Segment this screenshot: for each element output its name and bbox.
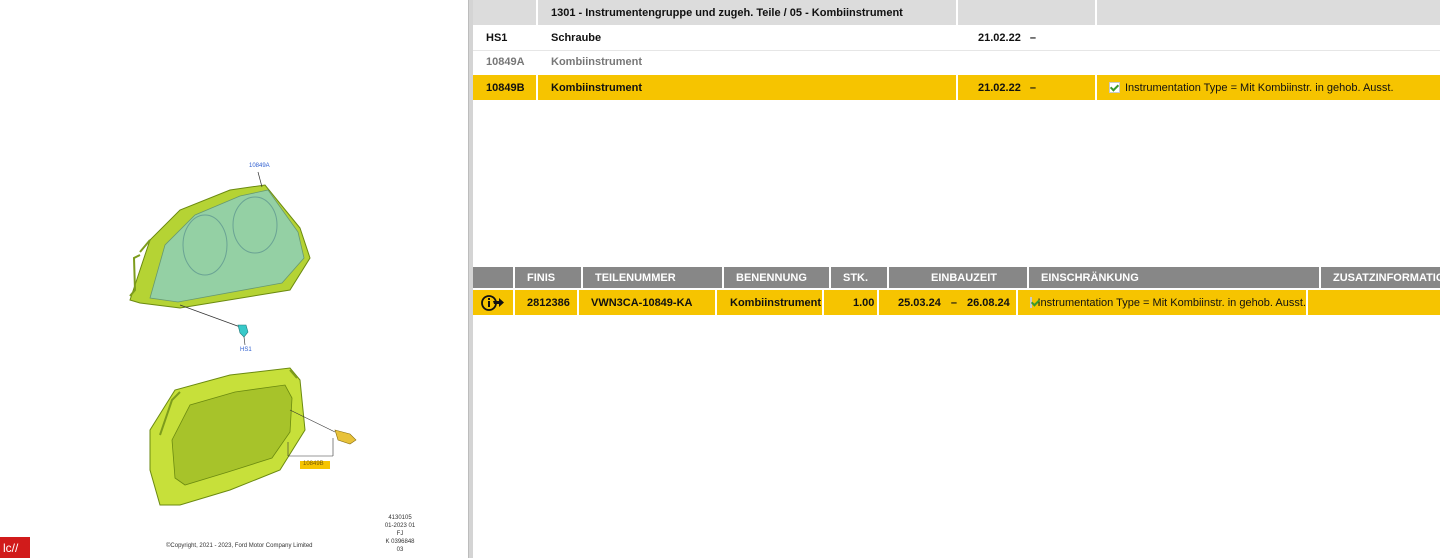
callout-10849A[interactable]: 10849A bbox=[249, 163, 270, 169]
cell-zusatzinformation bbox=[1308, 290, 1440, 315]
col-stk[interactable]: STK. bbox=[831, 267, 889, 288]
parts-row[interactable]: 2812386 VWN3CA-10849-KA Kombiinstrument … bbox=[473, 290, 1440, 315]
cell-qty: 1.00 bbox=[824, 290, 879, 315]
row-date-dash: – bbox=[1029, 31, 1036, 44]
row-date: 21.02.22 – bbox=[958, 75, 1097, 100]
table-row[interactable]: 10849A Kombiinstrument bbox=[473, 50, 1440, 74]
row-name: Schraube bbox=[551, 31, 602, 44]
parts-list-panel: 1301 - Instrumentengruppe und zugeh. Tei… bbox=[473, 0, 1440, 558]
row-name: Kombiinstrument bbox=[551, 56, 643, 68]
corner-badge[interactable]: lc// bbox=[0, 537, 30, 558]
row-code: 10849B bbox=[473, 75, 538, 100]
callout-HS1[interactable]: HS1 bbox=[240, 347, 252, 353]
row-restriction: Instrumentation Type = Mit Kombiinstr. i… bbox=[1097, 75, 1440, 100]
row-date-value: 21.02.22 bbox=[978, 81, 1021, 94]
row-code: 10849A bbox=[486, 56, 525, 68]
drawing-reference: 4130105 01-2023 01 FJ K 0396848 03 bbox=[383, 514, 417, 554]
einbauzeit-from: 25.03.24 bbox=[898, 296, 941, 309]
einbauzeit-dash: – bbox=[950, 296, 957, 309]
row-date-value: 21.02.22 bbox=[978, 31, 1021, 44]
row-code: HS1 bbox=[486, 31, 508, 44]
group-title: 1301 - Instrumentengruppe und zugeh. Tei… bbox=[538, 0, 958, 25]
check-icon bbox=[1109, 82, 1120, 93]
parts-table-header: FINIS TEILENUMMER BENENNUNG STK. EINBAUZ… bbox=[473, 267, 1440, 288]
ref-line-3: FJ bbox=[396, 531, 404, 537]
einbauzeit-to: 26.08.24 bbox=[966, 296, 1010, 309]
cell-einbauzeit: 25.03.24 – 26.08.24 bbox=[879, 290, 1018, 315]
cell-part-number[interactable]: VWN3CA-10849-KA bbox=[579, 290, 717, 315]
col-finis[interactable]: FINIS bbox=[515, 267, 583, 288]
col-teilenummer[interactable]: TEILENUMMER bbox=[583, 267, 724, 288]
table-row[interactable]: HS1 Schraube 21.02.22 – bbox=[473, 25, 1440, 51]
callout-10849B[interactable]: 10849B bbox=[303, 461, 324, 467]
top-table-header: 1301 - Instrumentengruppe und zugeh. Tei… bbox=[473, 0, 1440, 25]
ref-line-2: 01-2023 01 bbox=[384, 523, 416, 529]
diagram-panel: 10849A HS1 10849B 4130105 01-2023 01 FJ … bbox=[0, 0, 468, 558]
ref-line-4: K 0396848 03 bbox=[385, 539, 415, 553]
check-icon bbox=[1030, 297, 1033, 308]
cluster-10849B-illustration bbox=[149, 367, 357, 506]
info-arrow-icon[interactable] bbox=[473, 290, 515, 315]
col-benennung[interactable]: BENENNUNG bbox=[724, 267, 831, 288]
cell-name: Kombiinstrument bbox=[717, 290, 824, 315]
row-date-dash: – bbox=[1029, 81, 1036, 94]
row-date: 21.02.22 – bbox=[958, 25, 1097, 50]
cell-finis[interactable]: 2812386 bbox=[515, 290, 579, 315]
col-zusatzinformation[interactable]: ZUSATZINFORMATION bbox=[1321, 267, 1440, 288]
cell-restriction: Instrumentation Type = Mit Kombiinstr. i… bbox=[1018, 290, 1308, 315]
copyright-text: ©Copyright, 2021 - 2023, Ford Motor Comp… bbox=[166, 543, 313, 549]
ref-line-1: 4130105 bbox=[388, 515, 412, 521]
cluster-10849A-illustration bbox=[129, 171, 311, 346]
restriction-text: Instrumentation Type = Mit Kombiinstr. i… bbox=[1037, 296, 1306, 309]
row-name: Kombiinstrument bbox=[538, 75, 958, 100]
parts-diagram bbox=[129, 171, 357, 506]
restriction-text: Instrumentation Type = Mit Kombiinstr. i… bbox=[1125, 81, 1394, 94]
col-einschraenkung[interactable]: EINSCHRÄNKUNG bbox=[1029, 267, 1321, 288]
table-row-selected[interactable]: 10849B Kombiinstrument 21.02.22 – Instru… bbox=[473, 75, 1440, 100]
col-einbauzeit[interactable]: EINBAUZEIT bbox=[889, 267, 1029, 288]
